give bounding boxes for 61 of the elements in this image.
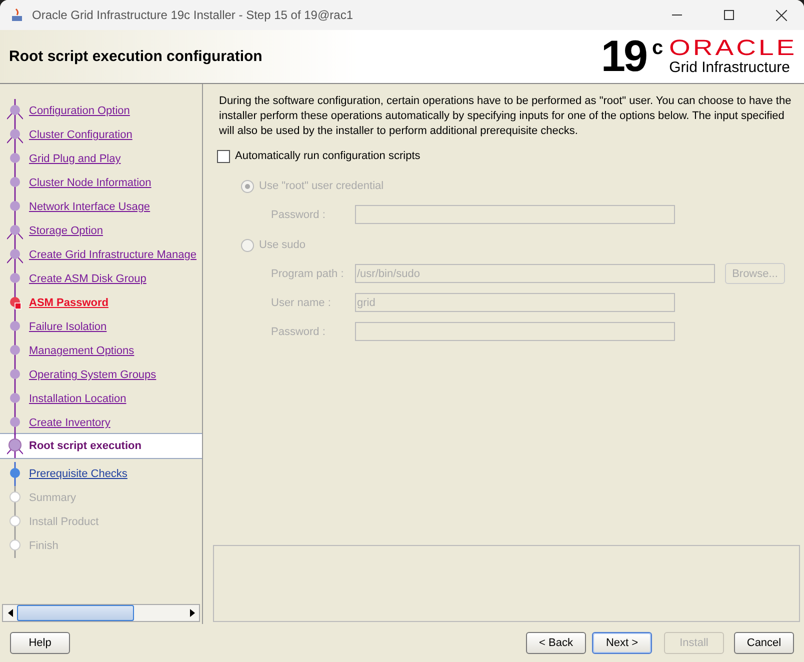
step-node-icon: [7, 387, 23, 411]
step-node-icon: [7, 510, 23, 534]
step-link[interactable]: Installation Location: [29, 393, 126, 405]
step-link[interactable]: Grid Plug and Play: [29, 153, 121, 165]
next-button[interactable]: Next >: [592, 632, 652, 654]
step-link[interactable]: Management Options: [29, 345, 134, 357]
page-title: Root script execution configuration: [9, 48, 264, 65]
logo-product: Grid Infrastructure: [669, 59, 790, 76]
option-radio[interactable]: [241, 238, 254, 252]
input-field[interactable]: [355, 322, 675, 341]
step-node-icon: [7, 411, 23, 435]
step-link[interactable]: Cluster Node Information: [29, 177, 152, 189]
logo-suffix: c: [652, 36, 664, 60]
step-node-icon: [7, 123, 23, 147]
help-button[interactable]: Help: [10, 632, 70, 654]
option-label: Use "root" user credential: [259, 180, 384, 192]
step-link[interactable]: Failure Isolation: [29, 321, 107, 333]
step-node-icon: [7, 267, 23, 291]
step-node-icon: [7, 434, 23, 458]
step-link[interactable]: Operating System Groups: [29, 369, 156, 381]
logo-brand: ORACLE: [669, 37, 798, 59]
step-link[interactable]: Create Grid Infrastructure Manage: [29, 249, 197, 261]
auto-run-label: Automatically run configuration scripts: [235, 150, 420, 162]
cancel-button[interactable]: Cancel: [734, 632, 794, 654]
step-link[interactable]: Cluster Configuration: [29, 129, 132, 141]
option-label: Use sudo: [259, 239, 306, 251]
logo-version: 19: [601, 34, 646, 78]
back-button[interactable]: < Back: [526, 632, 586, 654]
maximize-icon[interactable]: [724, 10, 734, 20]
horizontal-scrollbar[interactable]: [2, 604, 200, 622]
step-link[interactable]: Storage Option: [29, 225, 103, 237]
close-icon[interactable]: [776, 10, 786, 20]
step-node-icon: [7, 99, 23, 123]
input-field[interactable]: [355, 205, 675, 224]
step-node-icon: [7, 363, 23, 387]
window-title: Oracle Grid Infrastructure 19c Installer - Step 15 of 19@rac1: [32, 8, 354, 22]
step-link[interactable]: Create ASM Disk Group: [29, 273, 146, 285]
step-node-icon: [7, 315, 23, 339]
step-link[interactable]: Prerequisite Checks: [29, 468, 128, 480]
step-node-icon: [7, 171, 23, 195]
description-text: During the software configuration, certain operations have to be performed as "root" user. You can choose to have the installer perform these operations automatically by specifying inputs for one of the options below. The input specified will also be used by the installer to perform additional prerequisite checks.: [219, 94, 792, 139]
field-label: User name :: [271, 296, 332, 308]
step-node-icon: [7, 486, 23, 510]
step-link[interactable]: ASM Password: [29, 297, 108, 309]
step-node-icon: [7, 462, 23, 486]
field-label: Password :: [271, 208, 326, 220]
scroll-thumb[interactable]: [17, 605, 134, 621]
error-step-icon: [7, 291, 23, 315]
step-node-icon: [7, 219, 23, 243]
step-node-icon: [7, 243, 23, 267]
field-label: Password :: [271, 326, 326, 338]
step-node-icon: [7, 339, 23, 363]
step-link[interactable]: Network Interface Usage: [29, 201, 150, 213]
field-label: Program path :: [271, 268, 345, 280]
step-node-icon: [7, 147, 23, 171]
step-link[interactable]: Create Inventory: [29, 417, 110, 429]
option-radio[interactable]: [241, 180, 254, 192]
step-node-icon: [7, 534, 23, 558]
step-link[interactable]: Configuration Option: [29, 105, 130, 117]
step-node-icon: [7, 195, 23, 219]
auto-run-checkbox[interactable]: [217, 150, 230, 162]
